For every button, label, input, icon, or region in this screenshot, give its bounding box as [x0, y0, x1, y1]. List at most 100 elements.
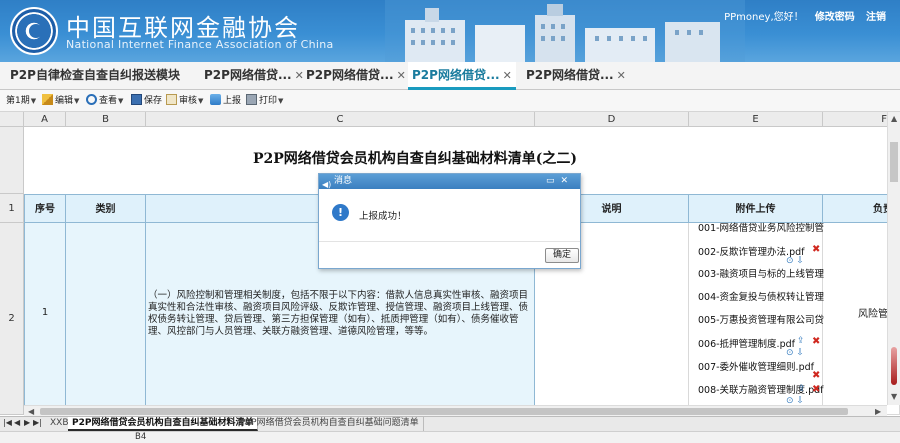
save-icon [131, 94, 142, 105]
attachment-link-3[interactable]: 003-融资项目与标的上线管理 [698, 266, 824, 280]
row-header-blank[interactable] [0, 127, 24, 194]
cell-category[interactable] [66, 223, 146, 415]
print-label: 打印 [259, 96, 278, 106]
next-sheet-icon[interactable]: ▶ [24, 418, 30, 427]
vertical-scrollbar[interactable]: ▲ ▼ [887, 112, 900, 405]
period-dropdown[interactable]: 第1期▼ [6, 90, 36, 112]
horizontal-scrollbar[interactable]: ◀ ▶ [24, 405, 887, 416]
submit-button[interactable]: 上报 [210, 90, 241, 112]
attachment-link-6[interactable]: 006-抵押管理制度.pdf [698, 336, 795, 350]
scroll-left-icon[interactable]: ◀ [28, 407, 34, 416]
content-text: （一）风险控制和管理相关制度，包括不限于以下内容：借款人信息真实性审核、融资项目… [148, 290, 529, 337]
header-cell-seq[interactable]: 序号 [24, 194, 66, 223]
tab-label: P2P网络借贷... [204, 68, 292, 82]
speaker-icon: ◀) [322, 180, 332, 189]
toolbar: 第1期▼ 编辑▼ 查看▼ 保存 审核▼ 上报 打印▼ [0, 90, 900, 112]
last-sheet-icon[interactable]: ▶| [33, 418, 42, 427]
tab-label: P2P网络借贷... [412, 68, 500, 82]
horizontal-scroll-thumb[interactable] [40, 408, 848, 415]
ok-button[interactable]: 确定 [545, 248, 579, 263]
delete-icon[interactable]: ✖ [812, 370, 820, 381]
column-header-a[interactable]: A [24, 112, 66, 127]
view-menu-button[interactable]: 查看▼ [86, 90, 123, 112]
caret-down-icon: ▼ [30, 97, 37, 105]
status-bar: B4 [0, 431, 900, 443]
buildings-banner-image [385, 0, 745, 62]
download-icon[interactable]: ⊙ ⇩ [786, 256, 804, 266]
vertical-scroll-thumb[interactable] [890, 142, 898, 182]
cell-reference: B4 [135, 432, 147, 442]
responsible-text: 风险管 [858, 309, 888, 320]
view-label: 查看 [99, 96, 118, 106]
sheet-title: P2P网络借贷会员机构自查自纠基础材料清单(之二) [252, 151, 578, 167]
column-header-b[interactable]: B [66, 112, 146, 127]
download-icon[interactable]: ⊙ ⇩ [786, 348, 804, 358]
tab-p2p-2[interactable]: P2P网络借贷... ✕ [200, 62, 308, 90]
user-area: PPmoney,您好！ 修改密码 注销 [718, 8, 886, 23]
save-button[interactable]: 保存 [131, 90, 162, 112]
upload-icon[interactable]: ⇪ [797, 336, 805, 346]
column-header-c[interactable]: C [146, 112, 535, 127]
review-menu-button[interactable]: 审核▼ [166, 90, 203, 112]
column-header-e[interactable]: E [689, 112, 823, 127]
logout-link[interactable]: 注销 [866, 12, 886, 23]
header-cell-attachments[interactable]: 附件上传 [689, 194, 823, 223]
change-password-link[interactable]: 修改密码 [815, 12, 855, 23]
delete-icon[interactable]: ✖ [812, 384, 820, 395]
tab-label: P2P网络借贷... [306, 68, 394, 82]
first-sheet-icon[interactable]: |◀ [3, 418, 12, 427]
tab-self-check-module[interactable]: P2P自律检查自查自纠报送模块 [6, 62, 184, 90]
corner-cell[interactable] [0, 112, 24, 127]
submit-label: 上报 [223, 96, 242, 106]
dialog-message: 上报成功！ [359, 211, 407, 222]
close-icon[interactable]: ✕ [397, 69, 406, 82]
row-header-2[interactable]: 2 [0, 223, 24, 415]
tab-p2p-5[interactable]: P2P网络借贷... ✕ [522, 62, 630, 90]
close-icon[interactable]: ✕ [503, 69, 512, 82]
sheet-tab-bar: |◀ ◀ ▶ ▶| XXB P2P网络借贷会员机构自查自纠基础材料清单 P2P网… [0, 416, 900, 431]
caret-down-icon: ▼ [198, 97, 204, 105]
binoculars-icon [86, 94, 97, 105]
upload-icon [210, 94, 221, 105]
close-icon[interactable]: ✕ [617, 69, 626, 82]
minimize-icon[interactable]: ▭ [546, 176, 561, 186]
sheet-tab-materials[interactable]: P2P网络借贷会员机构自查自纠基础材料清单 [68, 417, 259, 431]
delete-icon[interactable]: ✖ [812, 244, 820, 255]
caret-down-icon: ▼ [74, 97, 80, 105]
printer-icon [246, 94, 257, 105]
column-header-d[interactable]: D [535, 112, 689, 127]
delete-icon[interactable]: ✖ [812, 336, 820, 347]
tab-p2p-3[interactable]: P2P网络借贷... ✕ [302, 62, 410, 90]
association-logo [10, 7, 58, 55]
row-seq-number: 1 [41, 307, 49, 318]
checklist-icon [166, 94, 177, 105]
tab-p2p-4-active[interactable]: P2P网络借贷... ✕ [408, 62, 516, 90]
scroll-down-icon[interactable]: ▼ [891, 392, 897, 401]
row-header-1[interactable]: 1 [0, 194, 24, 223]
sheet-tab-issues[interactable]: P2P网络借贷会员机构自查自纠基础问题清单 [236, 417, 424, 431]
review-label: 审核 [179, 96, 198, 106]
attachment-link-1[interactable]: 001-网络借贷业务风险控制管 [698, 220, 824, 234]
prev-sheet-icon[interactable]: ◀ [14, 418, 20, 427]
caret-down-icon: ▼ [278, 97, 284, 105]
header-cell-category[interactable]: 类别 [66, 194, 146, 223]
attachment-link-5[interactable]: 005-万惠投资管理有限公司贷 [698, 312, 824, 326]
scroll-up-icon[interactable]: ▲ [891, 114, 897, 123]
greeting-text: PPmoney,您好！ [724, 12, 804, 23]
header-en-title: National Internet Finance Association of… [66, 38, 334, 51]
dialog-title: 消息 [334, 176, 353, 186]
pencil-icon [42, 94, 53, 105]
edit-label: 编辑 [55, 96, 74, 106]
dialog-titlebar[interactable]: ◀) 消息 ▭✕ [319, 174, 580, 189]
close-icon[interactable]: ✕ [560, 176, 574, 186]
print-menu-button[interactable]: 打印▼ [246, 90, 283, 112]
period-label: 第1期 [6, 96, 30, 106]
cell-seq[interactable] [24, 223, 66, 415]
edit-menu-button[interactable]: 编辑▼ [42, 90, 79, 112]
scroll-right-icon[interactable]: ▶ [875, 407, 881, 416]
attachment-link-4[interactable]: 004-资金复投与债权转让管理 [698, 289, 824, 303]
upload-icon[interactable]: ⇪ [798, 384, 806, 394]
tab-label: P2P网络借贷... [526, 68, 614, 82]
attachment-link-7[interactable]: 007-委外催收管理细则.pdf [698, 359, 814, 373]
dialog-divider [319, 241, 580, 242]
